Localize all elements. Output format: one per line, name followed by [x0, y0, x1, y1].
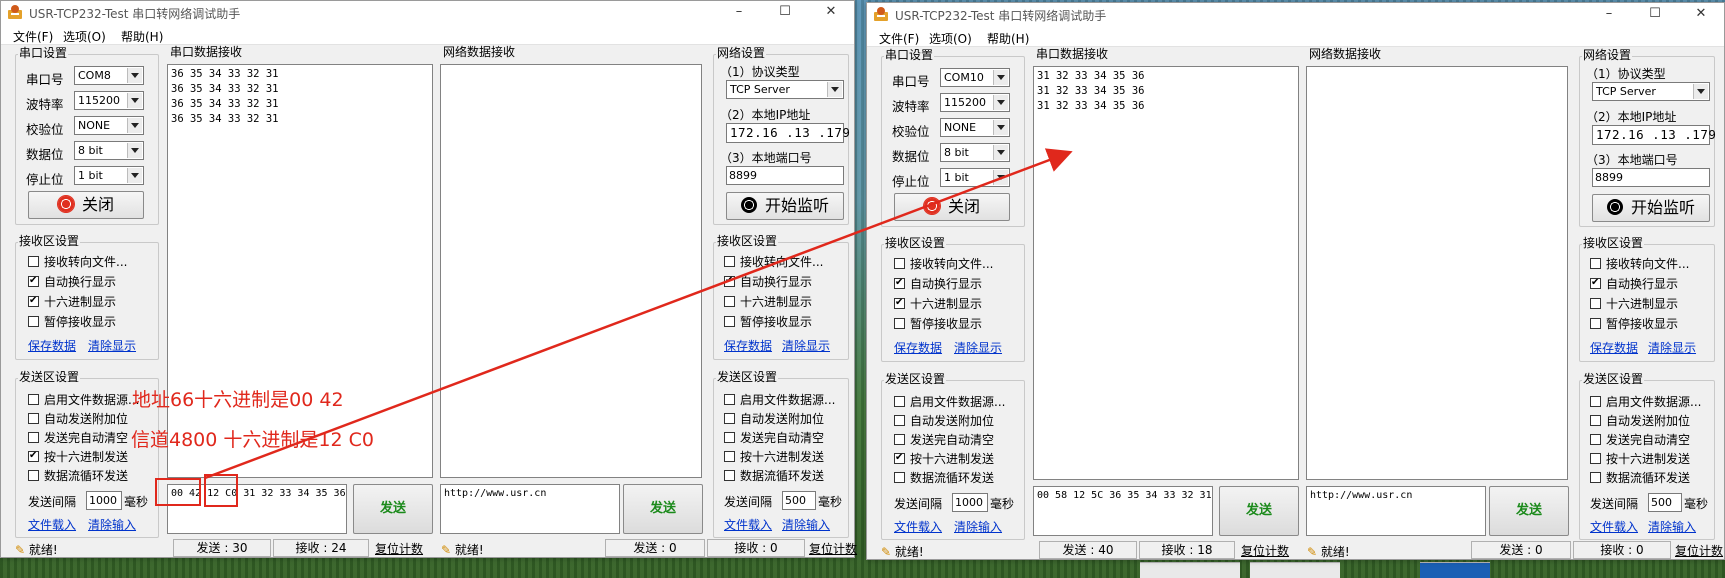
arrow-line — [204, 148, 1073, 480]
annotation-arrow — [204, 148, 1073, 480]
